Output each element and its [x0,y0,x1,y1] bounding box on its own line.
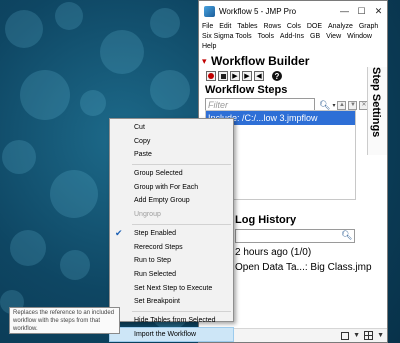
context-menu: Cut Copy Paste Group Selected Group with For… [109,118,234,343]
log-search-icon[interactable]: 🔍︎ [341,230,352,241]
menu-item-add-empty-group[interactable]: Add Empty Group [110,194,233,208]
maximize-button[interactable]: ☐ [353,6,370,17]
menu-item-run-selected[interactable]: Run Selected [110,268,233,282]
menu-edit[interactable]: Edit [219,22,231,32]
step-forward-icon[interactable]: ▶ [242,71,252,81]
menu-tools[interactable]: Tools [258,32,274,42]
menu-item-label: Run Selected [134,270,177,278]
menu-item-paste[interactable]: Paste [110,148,233,162]
workflow-builder-title: Workflow Builder [211,54,310,68]
play-icon[interactable]: ▶ [230,71,240,81]
minimize-button[interactable]: — [336,6,353,16]
menu-item-label: Set Breakpoint [134,298,180,306]
menu-file[interactable]: File [202,22,213,32]
menu-help[interactable]: Help [202,42,216,52]
menu-separator [132,223,231,225]
log-filter-input[interactable] [235,229,355,243]
menu-item-label: Cut [134,124,145,131]
menu-item-group-with-for-each[interactable]: Group with For Each [110,181,233,195]
menu-item-label: Ungroup [134,211,161,219]
move-down-icon[interactable]: ▼ [348,100,358,110]
record-icon[interactable] [206,71,216,81]
menu-item-label: Rerecord Steps [134,243,183,251]
menu-item-label: Set Next Step to Execute [134,284,213,292]
disclosure-triangle-icon[interactable]: ▾ [202,56,211,67]
menu-analyze[interactable]: Analyze [328,22,353,32]
menu-item-label: Group with For Each [134,183,199,191]
menu-item-rerecord-steps[interactable]: Rerecord Steps [110,241,233,255]
menu-window[interactable]: Window [347,32,372,42]
log-entry-action[interactable]: Open Data Ta...: Big Class.jmp [235,262,372,273]
step-settings-panel[interactable]: Step Settings [367,67,387,155]
menu-item-cut[interactable]: Cut [110,121,233,135]
workflow-toolbar: ▶ ▶ ◀ ? [199,69,387,83]
menu-separator [132,310,231,312]
log-history-title: Log History [235,214,297,226]
menu-item-import-the-workflow[interactable]: Import the Workflow [109,326,234,343]
menu-item-copy[interactable]: Copy [110,135,233,149]
menu-item-run-to-step[interactable]: Run to Step [110,254,233,268]
menu-item-set-next-step-to-execute[interactable]: Set Next Step to Execute [110,282,233,296]
menu-item-label: Add Empty Group [134,197,190,205]
checkbox-icon[interactable] [341,331,350,340]
menu-item-label: Hide Tables from Selected [134,316,216,324]
menu-six-sigma-tools[interactable]: Six Sigma Tools [202,32,252,42]
menu-item-label: Step Enabled [134,229,177,237]
step-settings-label: Step Settings [370,67,382,138]
check-icon: ✔ [115,227,123,238]
help-icon[interactable]: ? [272,71,282,81]
menu-add-ins[interactable]: Add-Ins [280,32,304,42]
workflow-steps-title: Workflow Steps [205,84,288,96]
menu-doe[interactable]: DOE [307,22,322,32]
menu-gb[interactable]: GB [310,32,320,42]
menu-item-label: Import the Workflow [134,330,197,338]
menu-cols[interactable]: Cols [287,22,301,32]
grid-icon[interactable] [364,331,374,340]
jmp-app-icon [204,5,215,17]
menu-rows[interactable]: Rows [263,22,281,32]
rewind-icon[interactable]: ◀ [254,71,264,81]
menu-item-label: Paste [134,151,152,159]
close-button[interactable]: ✕ [370,6,387,17]
log-entry-time[interactable]: 2 hours ago (1/0) [235,247,311,258]
menu-item-set-breakpoint[interactable]: Set Breakpoint [110,295,233,309]
menu-bar: File Edit Tables Rows Cols DOE Analyze G… [199,21,387,53]
dropdown-arrow-icon[interactable]: ▼ [353,332,360,339]
move-up-icon[interactable]: ▲ [337,100,347,110]
window-title: Workflow 5 - JMP Pro [219,6,297,16]
workflow-builder-header: ▾ Workflow Builder [199,53,387,69]
menu-item-group-selected[interactable]: Group Selected [110,167,233,181]
menu-graph[interactable]: Graph [359,22,378,32]
menu-item-label: Run to Step [134,257,171,265]
menu-item-label: Group Selected [134,170,183,178]
menu-item-hide-tables-from-selected[interactable]: Hide Tables from Selected [110,314,233,328]
menu-item-label: Copy [134,137,151,145]
search-dropdown-icon[interactable]: ▾ [332,102,335,109]
menu-item-step-enabled[interactable]: ✔ Step Enabled [110,227,233,241]
tooltip: Replaces the reference to an included wo… [9,307,120,334]
menu-view[interactable]: View [326,32,341,42]
menu-tables[interactable]: Tables [237,22,257,32]
search-icon[interactable]: 🔍︎ [319,100,330,111]
menu-separator [132,164,231,166]
menu-item-ungroup: Ungroup [110,208,233,222]
title-bar[interactable]: Workflow 5 - JMP Pro — ☐ ✕ [199,1,387,21]
dropdown-arrow-icon-2[interactable]: ▼ [377,332,384,339]
stop-icon[interactable] [218,71,228,81]
